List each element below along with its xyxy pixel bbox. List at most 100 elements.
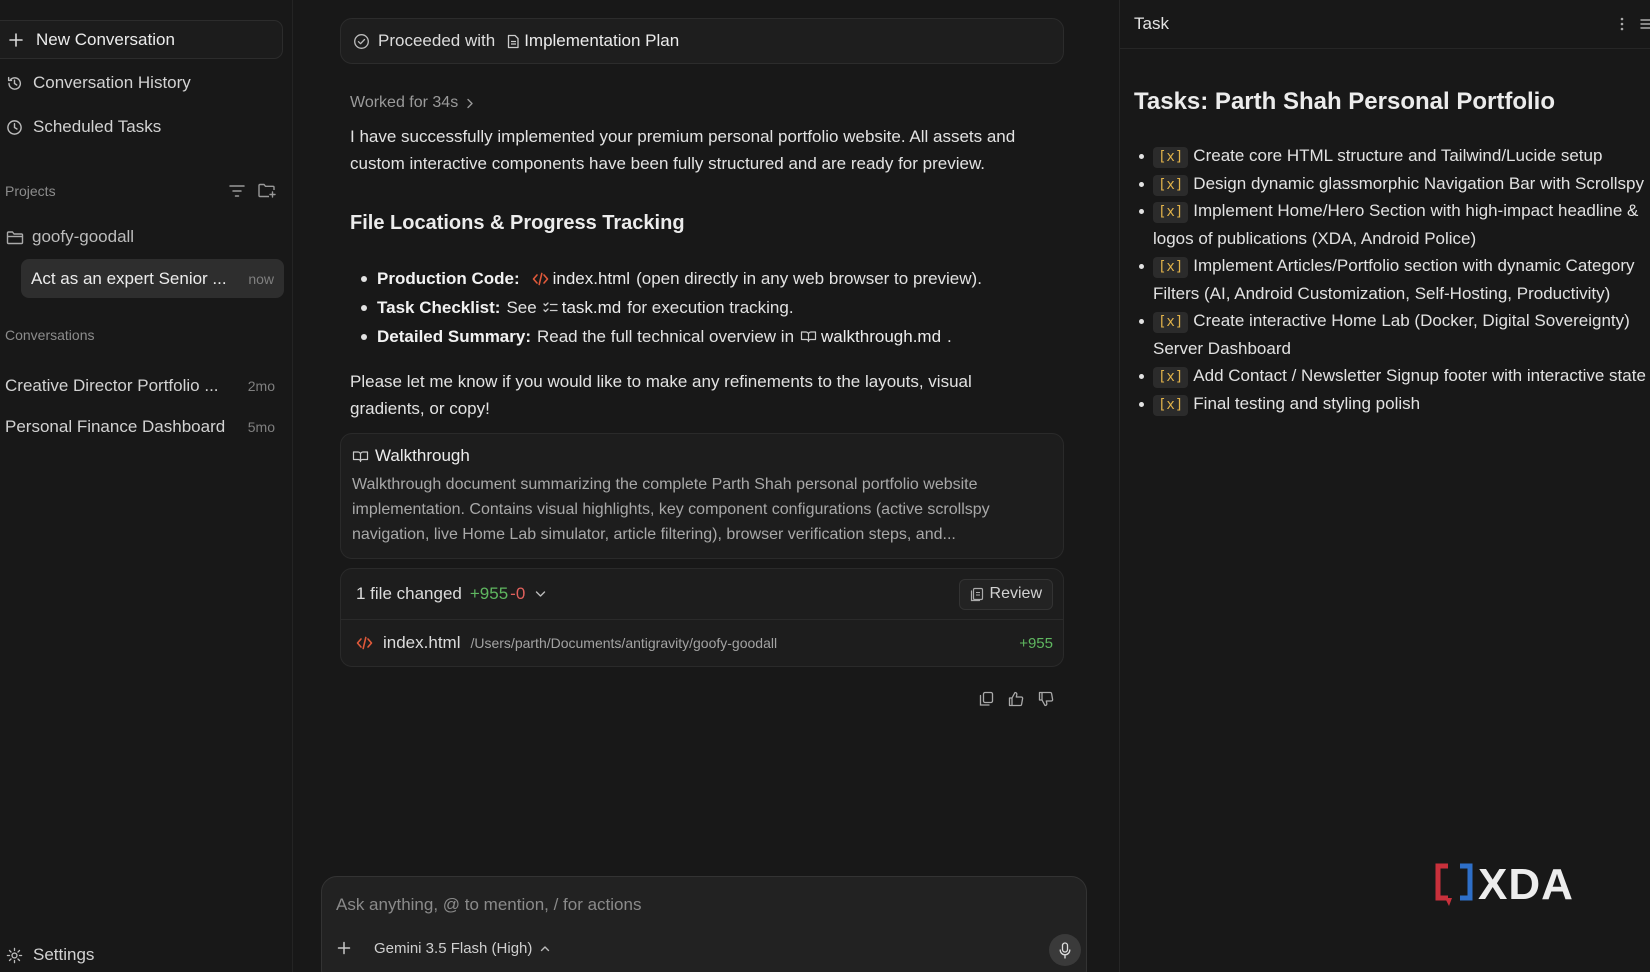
- task-panel-header: Task: [1120, 0, 1650, 49]
- message-input[interactable]: [336, 891, 1036, 919]
- task-item: [x] Design dynamic glassmorphic Navigatio…: [1134, 170, 1650, 198]
- assistant-closing-text: Please let me know if you would like to …: [350, 372, 972, 418]
- task-checkbox[interactable]: [x]: [1153, 202, 1189, 223]
- walkthrough-title: Walkthrough: [375, 446, 470, 465]
- plan-doc-name: Implementation Plan: [524, 31, 680, 50]
- list-item: Task Checklist: See task.md for executio…: [350, 293, 1070, 322]
- bullet-suffix: .: [947, 326, 952, 346]
- chevron-up-icon: [540, 945, 550, 952]
- code-icon: [532, 272, 549, 286]
- bullet-label: Detailed Summary:: [377, 326, 531, 346]
- new-folder-icon[interactable]: [258, 183, 276, 198]
- bullet-label: Task Checklist:: [377, 297, 501, 317]
- task-item: [x] Create interactive Home Lab (Docker, …: [1134, 307, 1650, 362]
- projects-heading: Projects: [5, 183, 56, 199]
- add-attachment-icon[interactable]: [337, 941, 351, 955]
- code-icon: [356, 636, 373, 650]
- microphone-button[interactable]: [1049, 934, 1081, 966]
- book-icon: [352, 450, 369, 463]
- review-icon: [970, 587, 984, 602]
- implementation-plan-link[interactable]: Implementation Plan: [507, 31, 679, 51]
- tasks-heading: Tasks: Parth Shah Personal Portfolio: [1134, 88, 1555, 115]
- task-text: Implement Home/Hero Section with high-im…: [1153, 201, 1639, 248]
- bullet-suffix: (open directly in any web browser to pre…: [636, 268, 982, 288]
- model-name: Gemini 3.5 Flash (High): [374, 940, 533, 957]
- proceeded-with-pill[interactable]: Proceeded with Implementation Plan: [340, 18, 1064, 64]
- worked-for-toggle[interactable]: Worked for 34s: [350, 94, 474, 112]
- file-link-index-html[interactable]: index.html: [532, 269, 630, 289]
- task-text: Final testing and styling polish: [1193, 393, 1421, 413]
- thumbs-down-icon[interactable]: [1038, 691, 1054, 707]
- conversation-time: now: [248, 270, 274, 287]
- worked-for-label: Worked for 34s: [350, 94, 459, 111]
- gear-icon: [6, 947, 23, 964]
- settings-label: Settings: [33, 945, 95, 964]
- task-text: Add Contact / Newsletter Signup footer w…: [1193, 366, 1646, 385]
- conversation-time: 5mo: [247, 419, 275, 435]
- chevron-right-icon: [466, 98, 474, 109]
- task-item: [x] Create core HTML structure and Tailwi…: [1134, 142, 1650, 170]
- new-conversation-button[interactable]: New Conversation: [0, 20, 283, 59]
- changed-file-name: index.html: [383, 633, 461, 652]
- check-circle-icon: [353, 33, 370, 50]
- task-checkbox[interactable]: [x]: [1153, 257, 1189, 278]
- xda-wordmark: XDA: [1478, 860, 1574, 909]
- task-checkbox[interactable]: [x]: [1153, 147, 1189, 168]
- conversation-title: Personal Finance Dashboard: [5, 417, 226, 436]
- checklist-icon: [543, 301, 558, 314]
- task-checkbox[interactable]: [x]: [1153, 367, 1189, 388]
- conversation-title: Creative Director Portfolio ...: [5, 376, 219, 395]
- settings-link[interactable]: Settings: [6, 945, 94, 965]
- conversation-history-label: Conversation History: [33, 73, 191, 92]
- task-item: [x] Add Contact / Newsletter Signup foote…: [1134, 362, 1650, 390]
- message-composer: [321, 876, 1087, 972]
- thumbs-up-icon[interactable]: [1008, 691, 1024, 707]
- list-item: Detailed Summary: Read the full technica…: [350, 322, 1070, 351]
- file-link-walkthrough-md[interactable]: walkthrough.md: [800, 327, 941, 347]
- list-item: Production Code: index.html (open direct…: [350, 264, 1070, 293]
- chat-main: Proceeded with Implementation Plan Worke…: [293, 0, 1119, 972]
- more-vertical-icon[interactable]: [1620, 16, 1624, 32]
- task-item: [x] Implement Articles/Portfolio section …: [1134, 252, 1650, 307]
- task-panel: Task Tasks: Parth Shah Personal Portfoli…: [1119, 0, 1650, 972]
- bullet-prefix: Read the full technical overview in: [537, 326, 795, 346]
- file-changes-header[interactable]: 1 file changed +955 -0 Review: [341, 569, 1063, 620]
- review-button[interactable]: Review: [958, 578, 1053, 610]
- copy-icon[interactable]: [979, 691, 994, 707]
- file-link-task-md[interactable]: task.md: [543, 298, 621, 318]
- task-text: Create interactive Home Lab (Docker, Dig…: [1153, 311, 1630, 358]
- scheduled-tasks-link[interactable]: Scheduled Tasks: [6, 117, 161, 137]
- active-conversation-item[interactable]: Act as an expert Senior ... now: [21, 259, 284, 298]
- task-panel-title: Task: [1134, 14, 1169, 33]
- microphone-icon: [1059, 941, 1071, 959]
- chevron-down-icon[interactable]: [535, 590, 546, 598]
- conversation-time: 2mo: [247, 378, 275, 394]
- conversation-item[interactable]: Creative Director Portfolio ... 2mo: [5, 376, 275, 396]
- menu-icon[interactable]: [1640, 16, 1650, 32]
- conversations-heading: Conversations: [5, 327, 95, 343]
- task-text: Implement Articles/Portfolio section wit…: [1153, 256, 1635, 303]
- bullet-suffix: for execution tracking.: [627, 297, 794, 317]
- walkthrough-card[interactable]: Walkthrough Walkthrough document summari…: [340, 433, 1064, 559]
- filter-icon[interactable]: [229, 183, 245, 198]
- task-panel-tools: [1620, 16, 1650, 32]
- bullet-label: Production Code:: [377, 268, 520, 288]
- model-selector[interactable]: Gemini 3.5 Flash (High): [374, 940, 550, 957]
- file-name: index.html: [552, 268, 631, 288]
- assistant-intro-text: I have successfully implemented your pre…: [350, 127, 1016, 173]
- sidebar: New Conversation Conversation History Sc…: [0, 0, 293, 972]
- task-checkbox[interactable]: [x]: [1153, 312, 1189, 333]
- conversation-item[interactable]: Personal Finance Dashboard 5mo: [5, 417, 275, 437]
- xda-watermark: XDA: [1434, 860, 1574, 910]
- bullet-prefix: See: [506, 297, 537, 317]
- conversation-history-link[interactable]: Conversation History: [6, 73, 191, 93]
- project-goofy-goodall[interactable]: goofy-goodall: [6, 227, 134, 247]
- walkthrough-header: Walkthrough: [352, 446, 1052, 466]
- task-checkbox[interactable]: [x]: [1153, 394, 1189, 416]
- changed-file-row[interactable]: index.html /Users/parth/Documents/antigr…: [341, 620, 1063, 666]
- task-text: Create core HTML structure and Tailwind/…: [1193, 146, 1603, 165]
- lines-removed: -0: [510, 584, 526, 603]
- task-text: Design dynamic glassmorphic Navigation B…: [1193, 173, 1644, 193]
- task-list: [x] Create core HTML structure and Tailwi…: [1134, 142, 1650, 417]
- task-checkbox[interactable]: [x]: [1153, 174, 1189, 196]
